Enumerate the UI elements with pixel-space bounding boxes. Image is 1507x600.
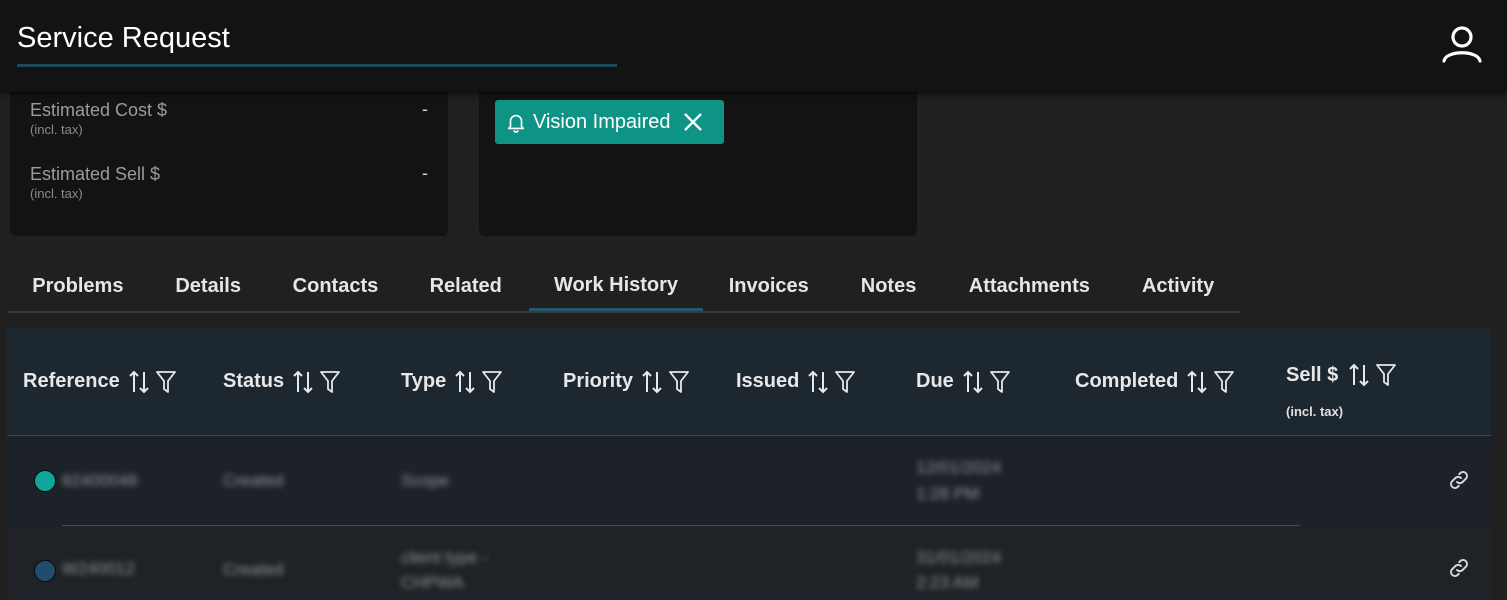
sort-icon[interactable] (641, 369, 663, 395)
table-row[interactable]: 82400048 Created Scope 12/01/2024 1:28 P… (7, 436, 1491, 525)
cell-due-date: 12/01/2024 (916, 458, 1002, 477)
estimated-sell-label: Estimated Sell $ (30, 164, 161, 184)
column-label: Due (916, 370, 954, 392)
filter-icon[interactable] (1376, 363, 1397, 387)
tab-related[interactable]: Related (402, 262, 529, 311)
cell-status: Created (223, 471, 284, 490)
sort-icon[interactable] (807, 369, 829, 395)
estimated-cost-sub: (incl. tax) (30, 122, 83, 137)
alerts-card: Vision Impaired (479, 80, 917, 236)
sort-icon[interactable] (292, 369, 314, 395)
filter-icon[interactable] (669, 370, 689, 394)
cost-summary-card: Estimated Cost $ (incl. tax) - Estimated… (10, 80, 448, 236)
estimated-cost-value: - (422, 99, 428, 119)
close-icon[interactable] (682, 111, 704, 133)
filter-icon[interactable] (155, 370, 176, 394)
cell-type-line1: client type - (401, 548, 488, 567)
column-status[interactable]: Status (223, 328, 346, 435)
cell-status: Created (223, 560, 284, 579)
vision-impaired-chip[interactable]: Vision Impaired (495, 100, 724, 144)
column-label: Reference (23, 370, 120, 392)
tab-bar: Problems Details Contacts Related Work H… (8, 262, 1240, 313)
filter-icon[interactable] (835, 370, 856, 394)
tab-notes[interactable]: Notes (835, 262, 943, 311)
column-sell[interactable]: Sell $ (1286, 362, 1397, 388)
cell-due-date: 31/01/2024 (916, 548, 1002, 567)
cell-due-time: 1:28 PM (916, 484, 980, 503)
tab-work-history[interactable]: Work History (529, 262, 703, 311)
column-sell-sub: (incl. tax) (1286, 404, 1344, 419)
status-dot (34, 470, 56, 492)
column-label: Sell $ (1286, 363, 1339, 386)
sort-icon[interactable] (128, 369, 150, 395)
table-header: Reference Status Type Priority Issued Du… (7, 328, 1491, 436)
sort-icon[interactable] (1348, 362, 1370, 388)
column-due[interactable]: Due (916, 328, 1016, 435)
page-title: Service Request (17, 22, 230, 54)
column-label: Priority (563, 370, 634, 392)
estimated-sell-value: - (422, 163, 428, 183)
estimated-sell-sub: (incl. tax) (30, 186, 83, 201)
cell-type: Scope (401, 471, 450, 490)
link-icon[interactable] (1447, 468, 1471, 492)
tab-details[interactable]: Details (148, 262, 269, 311)
cell-type-line2: CHPWA (401, 573, 464, 592)
tab-attachments[interactable]: Attachments (942, 262, 1116, 311)
sort-icon[interactable] (1186, 369, 1208, 395)
column-label: Issued (736, 370, 800, 392)
column-label: Status (223, 370, 285, 392)
column-priority[interactable]: Priority (563, 328, 695, 435)
tab-activity[interactable]: Activity (1116, 262, 1240, 311)
link-icon[interactable] (1447, 556, 1471, 580)
cell-reference: 82400048 (62, 471, 138, 490)
filter-icon[interactable] (320, 370, 341, 394)
filter-icon[interactable] (989, 370, 1010, 394)
chip-label: Vision Impaired (533, 110, 671, 133)
work-history-table: Reference Status Type Priority Issued Du… (7, 328, 1491, 600)
tab-contacts[interactable]: Contacts (269, 262, 403, 311)
tab-problems[interactable]: Problems (8, 262, 148, 311)
app-header: Service Request (0, 0, 1507, 92)
status-dot (34, 560, 56, 582)
column-reference[interactable]: Reference (23, 328, 182, 435)
filter-icon[interactable] (1214, 370, 1235, 394)
column-completed[interactable]: Completed (1075, 328, 1240, 435)
table-row[interactable]: W240012 Created client type - CHPWA 31/0… (7, 526, 1491, 600)
sort-icon[interactable] (454, 369, 476, 395)
column-issued[interactable]: Issued (736, 328, 861, 435)
estimated-cost-label: Estimated Cost $ (30, 100, 168, 120)
column-type[interactable]: Type (401, 328, 508, 435)
sort-icon[interactable] (962, 369, 984, 395)
title-underline (17, 64, 617, 67)
bell-icon (507, 114, 525, 133)
filter-icon[interactable] (482, 370, 503, 394)
column-label: Type (401, 370, 447, 392)
cell-due-time: 2:23 AM (916, 573, 979, 592)
user-icon[interactable] (1440, 24, 1484, 64)
cell-reference: W240012 (62, 559, 135, 578)
column-label: Completed (1075, 370, 1179, 392)
tab-invoices[interactable]: Invoices (703, 262, 835, 311)
